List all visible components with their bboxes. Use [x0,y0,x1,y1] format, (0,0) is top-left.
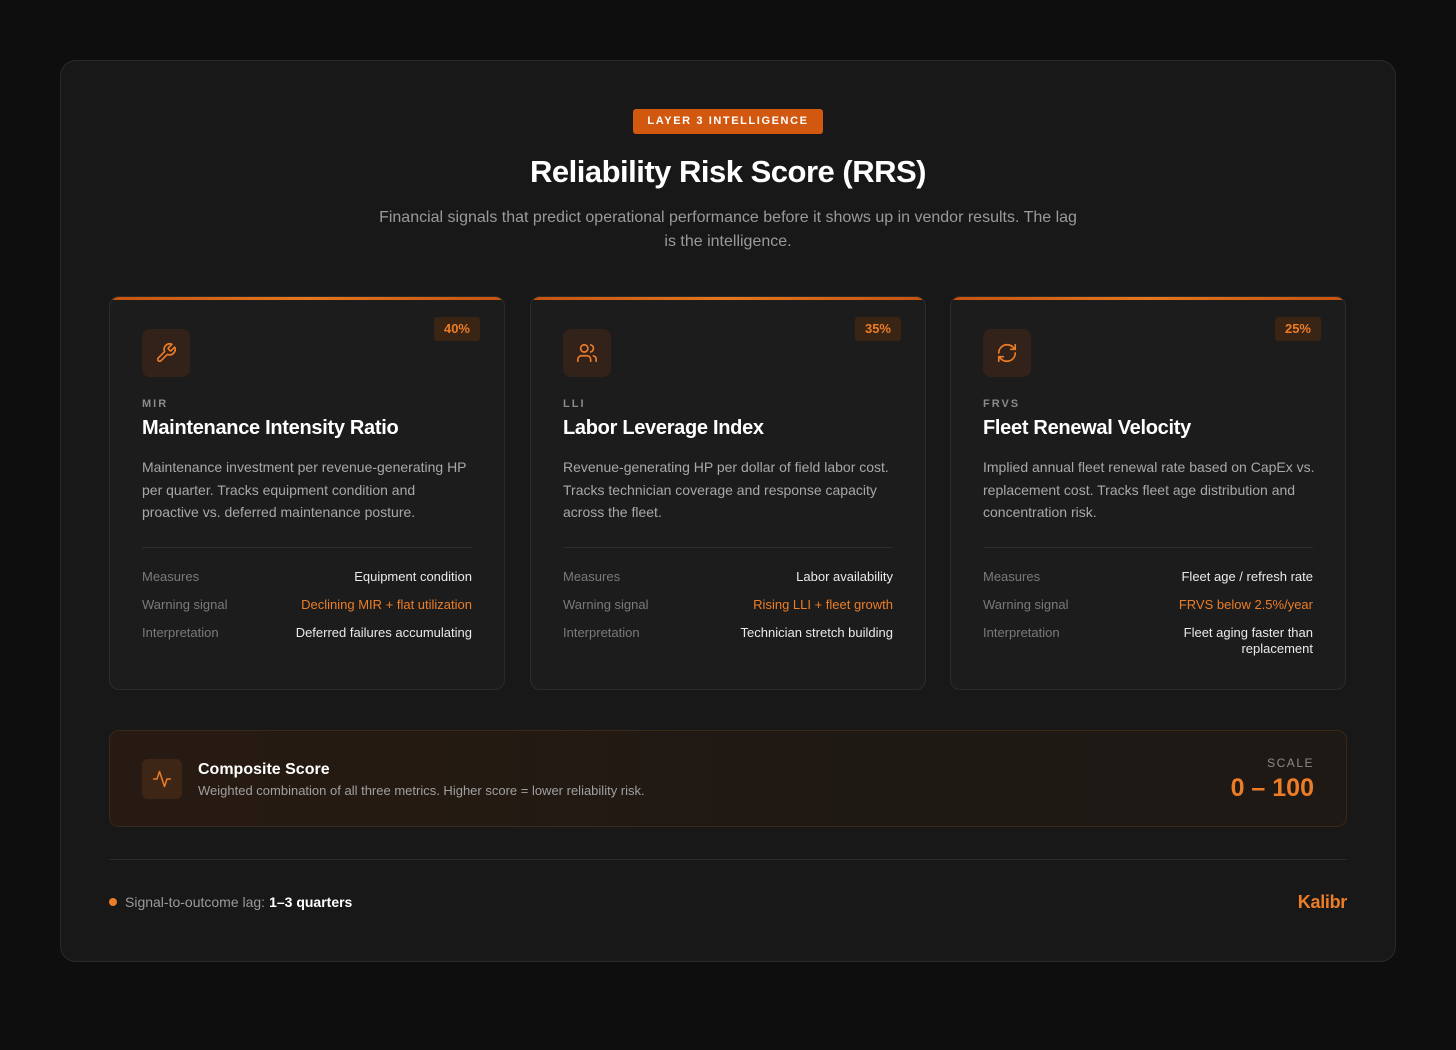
page-subtitle: Financial signals that predict operation… [379,209,1077,250]
row-key: Warning signal [563,597,649,612]
metric-abbr: FRVS [983,398,1021,410]
metric-abbr: LLI [563,398,586,410]
weight-badge: 25% [1274,317,1321,341]
metric-card-mir: 40% MIR Maintenance Intensity Ratio Main… [109,296,505,690]
metric-card-lli: 35% LLI Labor Leverage Index Revenue-gen… [530,296,926,690]
metric-abbr: MIR [142,398,169,410]
refresh-icon [983,329,1031,377]
row-interpretation: Interpretation Technician stretch buildi… [563,625,893,641]
row-interpretation: Interpretation Fleet aging faster than r… [983,625,1313,657]
row-key: Interpretation [142,625,219,640]
row-measures: Measures Labor availability [563,569,893,585]
footer-divider [109,859,1347,860]
users-icon [563,329,611,377]
divider [142,547,472,548]
row-interpretation: Interpretation Deferred failures accumul… [142,625,472,641]
composite-score-panel: Composite Score Weighted combination of … [109,730,1347,827]
row-value: Technician stretch building [740,625,893,640]
metric-title: Fleet Renewal Velocity [983,417,1191,439]
page-title: Reliability Risk Score (RRS) [529,154,927,189]
header: LAYER 3 INTELLIGENCE Reliability Risk Sc… [61,109,1395,254]
metric-card-frvs: 25% FRVS Fleet Renewal Velocity Implied … [950,296,1346,690]
layer-badge: LAYER 3 INTELLIGENCE [633,109,823,134]
metric-title: Labor Leverage Index [563,417,764,439]
status-dot-icon [109,898,117,906]
metric-title: Maintenance Intensity Ratio [142,417,399,439]
row-key: Warning signal [142,597,228,612]
row-warning-signal: Warning signal Rising LLI + fleet growth [563,597,893,613]
row-value: Rising LLI + fleet growth [753,597,893,612]
metric-cards: 40% MIR Maintenance Intensity Ratio Main… [109,296,1347,690]
row-key: Measures [142,569,200,584]
row-value: Declining MIR + flat utilization [301,597,472,612]
lag-value: 1–3 quarters [269,894,353,910]
row-key: Warning signal [983,597,1069,612]
row-key: Interpretation [983,625,1060,640]
row-key: Measures [983,569,1041,584]
row-key: Interpretation [563,625,640,640]
row-warning-signal: Warning signal Declining MIR + flat util… [142,597,472,613]
row-value: Equipment condition [354,569,472,584]
row-value: Fleet aging faster than replacement [1183,625,1313,656]
weight-badge: 40% [433,317,480,341]
composite-title: Composite Score [198,761,330,778]
rrs-panel: LAYER 3 INTELLIGENCE Reliability Risk Sc… [60,60,1396,962]
metric-description: Revenue-generating HP per dollar of fiel… [563,459,889,520]
metric-description: Maintenance investment per revenue-gener… [142,459,467,520]
row-value: Labor availability [796,569,893,584]
row-value: Deferred failures accumulating [295,625,472,640]
row-warning-signal: Warning signal FRVS below 2.5%/year [983,597,1313,613]
metric-description: Implied annual fleet renewal rate based … [983,459,1315,520]
row-value: Fleet age / refresh rate [1181,569,1313,584]
lag-indicator: Signal-to-outcome lag: 1–3 quarters [109,894,352,910]
brand-logo: Kalibr [1297,892,1348,912]
wrench-icon [142,329,190,377]
activity-icon [142,759,182,799]
row-measures: Measures Equipment condition [142,569,472,585]
scale-label: SCALE [1267,756,1314,770]
weight-badge: 35% [854,317,901,341]
scale-value: 0 – 100 [1230,774,1314,802]
row-measures: Measures Fleet age / refresh rate [983,569,1313,585]
divider [563,547,893,548]
divider [983,547,1313,548]
composite-description: Weighted combination of all three metric… [198,783,645,798]
row-value: FRVS below 2.5%/year [1178,597,1313,612]
row-key: Measures [563,569,621,584]
lag-label: Signal-to-outcome lag: [125,894,266,910]
